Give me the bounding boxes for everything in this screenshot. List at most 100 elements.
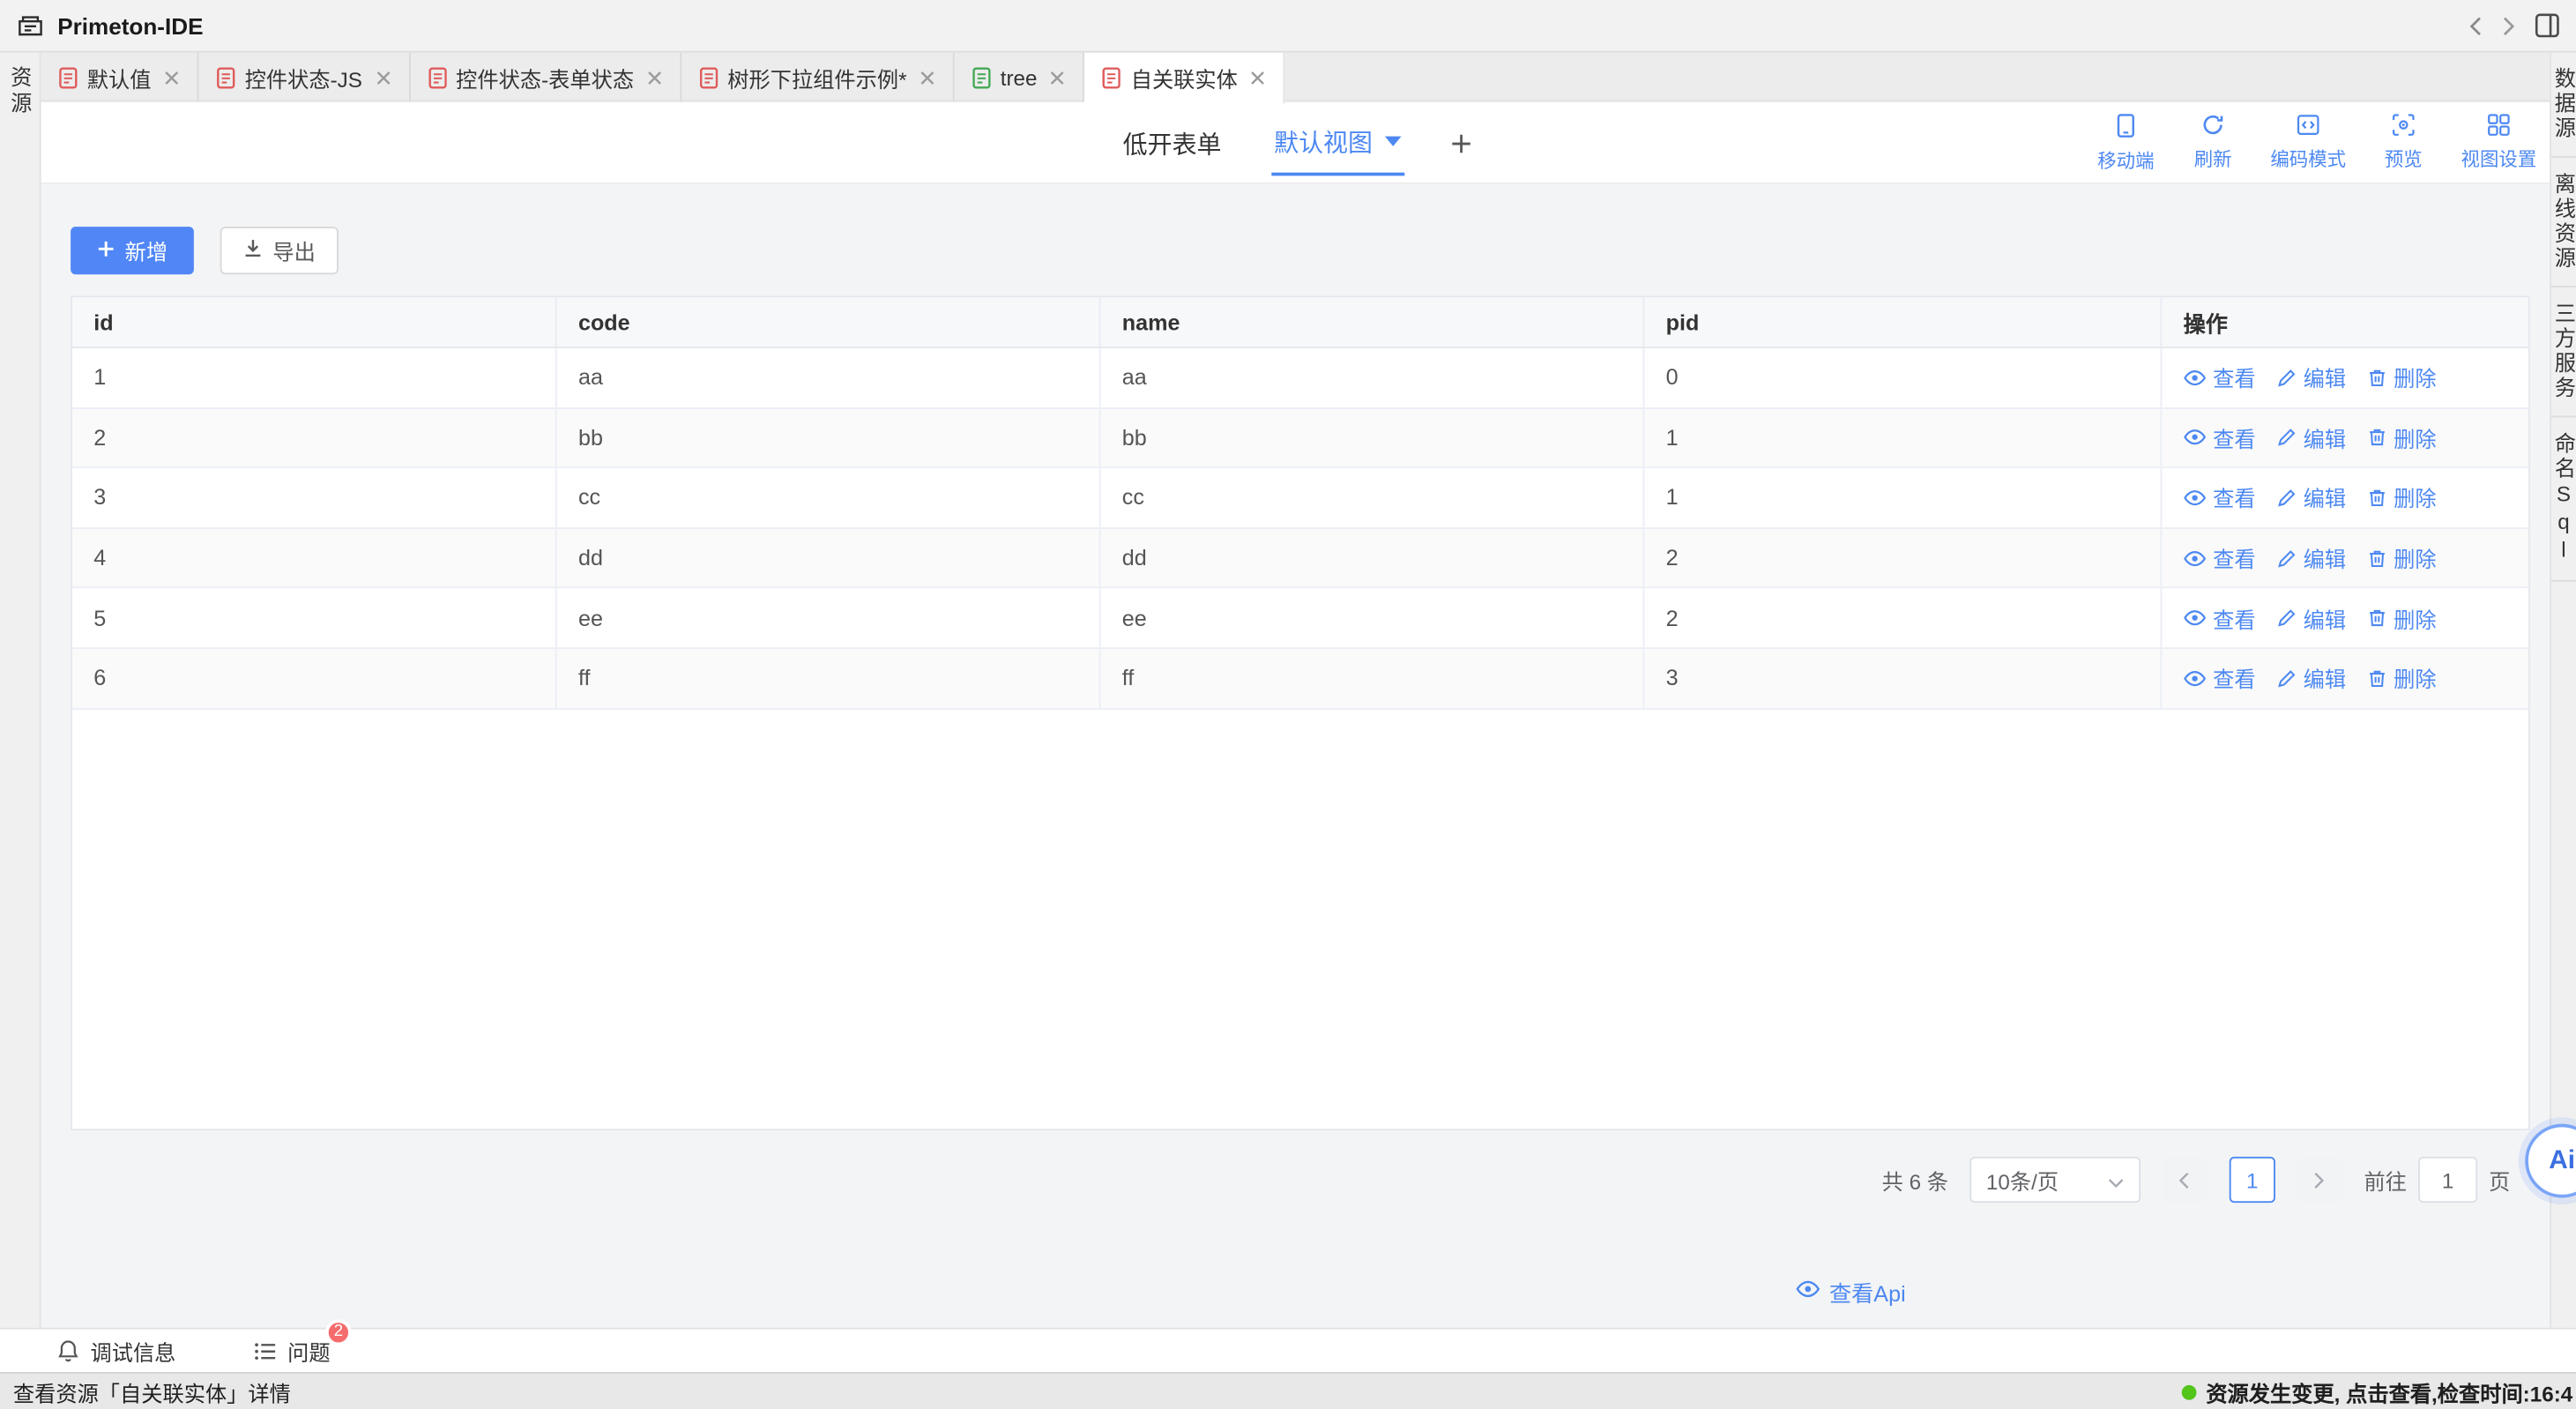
view-settings-button[interactable]: 视图设置 xyxy=(2461,114,2537,173)
tab-label: tree xyxy=(1001,65,1038,90)
preview-button[interactable]: 预览 xyxy=(2374,114,2433,173)
cell-code: dd xyxy=(557,529,1101,587)
edit-row-link[interactable]: 编辑 xyxy=(2277,422,2346,453)
table-row: 6 ff ff 3 查看 编辑 删除 xyxy=(72,649,2528,709)
delete-row-link[interactable]: 删除 xyxy=(2367,362,2436,393)
cell-id: 1 xyxy=(72,348,557,406)
close-icon[interactable] xyxy=(1050,70,1065,85)
add-record-button[interactable]: 新增 xyxy=(71,227,194,274)
tab-default-value[interactable]: 默认值 xyxy=(41,53,199,102)
problems-count-badge: 2 xyxy=(325,1318,352,1345)
column-header-actions: 操作 xyxy=(2162,297,2528,347)
tab-widget-state-js[interactable]: 控件状态-JS xyxy=(199,53,410,102)
edit-row-link[interactable]: 编辑 xyxy=(2277,542,2346,573)
cell-name: bb xyxy=(1101,408,1645,466)
problems-button[interactable]: 问题 2 xyxy=(255,1335,331,1366)
page-number-button[interactable]: 1 xyxy=(2230,1157,2275,1203)
refresh-icon xyxy=(2201,114,2224,142)
nav-forward-icon[interactable] xyxy=(2502,16,2515,35)
code-icon xyxy=(2297,114,2319,142)
goto-label: 前往 xyxy=(2364,1164,2407,1195)
cell-code: ee xyxy=(557,589,1101,647)
tab-widget-state-form-state[interactable]: 控件状态-表单状态 xyxy=(410,53,681,102)
cell-name: dd xyxy=(1101,529,1645,587)
code-mode-button[interactable]: 编码模式 xyxy=(2270,114,2346,173)
tab-low-code-form[interactable]: 低开表单 xyxy=(1120,113,1225,174)
form-file-icon xyxy=(700,66,718,87)
add-view-button[interactable] xyxy=(1450,132,1471,153)
cell-code: cc xyxy=(557,468,1101,526)
tab-default-view[interactable]: 默认视图 xyxy=(1270,111,1403,175)
prev-page-button[interactable] xyxy=(2162,1157,2207,1203)
export-button[interactable]: 导出 xyxy=(220,227,339,274)
cell-id: 3 xyxy=(72,468,557,526)
close-icon[interactable] xyxy=(164,70,179,85)
view-row-link[interactable]: 查看 xyxy=(2184,662,2256,693)
view-row-link[interactable]: 查看 xyxy=(2184,362,2256,393)
form-file-icon xyxy=(217,66,235,87)
cell-pid: 1 xyxy=(1644,408,2162,466)
list-icon xyxy=(255,1342,276,1360)
close-icon[interactable] xyxy=(919,70,934,85)
delete-row-link[interactable]: 删除 xyxy=(2367,542,2436,573)
app-window: Primeton-IDE 资源 数据源 离线资源 三方服务 命名Sql 默认值 xyxy=(0,0,2576,1409)
resources-panel-toggle[interactable]: 资源 xyxy=(9,66,30,1328)
tab-self-related-entity[interactable]: 自关联实体 xyxy=(1085,53,1285,104)
view-row-link[interactable]: 查看 xyxy=(2184,602,2256,633)
delete-row-link[interactable]: 删除 xyxy=(2367,602,2436,633)
table-row: 4 dd dd 2 查看 编辑 删除 xyxy=(72,529,2528,589)
right-rail-item-datasource[interactable]: 数据源 xyxy=(2551,53,2576,158)
tab-tree[interactable]: tree xyxy=(955,53,1085,102)
document-tab-bar: 默认值 控件状态-JS 控件状态-表单状态 树形下拉组件示例* tree 自关联… xyxy=(41,53,2550,102)
tab-label: 默认值 xyxy=(87,62,152,93)
column-header-code: code xyxy=(557,297,1101,347)
mobile-view-button[interactable]: 移动端 xyxy=(2096,113,2155,174)
tab-label: 树形下拉组件示例* xyxy=(727,62,906,93)
chevron-down-icon xyxy=(1384,137,1401,146)
pagination-total: 共 6 条 xyxy=(1882,1164,1948,1195)
tab-label: 控件状态-JS xyxy=(245,62,362,93)
view-api-link[interactable]: 查看Api xyxy=(1797,1275,1906,1308)
view-row-link[interactable]: 查看 xyxy=(2184,482,2256,513)
edit-row-link[interactable]: 编辑 xyxy=(2277,602,2346,633)
entity-file-icon xyxy=(972,66,990,87)
cell-code: aa xyxy=(557,348,1101,406)
nav-back-icon[interactable] xyxy=(2469,16,2483,35)
cell-name: aa xyxy=(1101,348,1645,406)
view-row-link[interactable]: 查看 xyxy=(2184,422,2256,453)
close-icon[interactable] xyxy=(647,70,662,85)
next-page-button[interactable] xyxy=(2297,1157,2342,1203)
mobile-icon xyxy=(2116,113,2135,143)
data-table: id code name pid 操作 1 aa aa 0 查看 编辑 删除 2… xyxy=(71,295,2530,1130)
edit-row-link[interactable]: 编辑 xyxy=(2277,662,2346,693)
bottom-panel-bar: 调试信息 问题 2 xyxy=(0,1328,2576,1372)
cell-pid: 1 xyxy=(1644,468,2162,526)
edit-row-link[interactable]: 编辑 xyxy=(2277,482,2346,513)
tab-tree-dropdown-example[interactable]: 树形下拉组件示例* xyxy=(681,53,954,102)
edit-row-link[interactable]: 编辑 xyxy=(2277,362,2346,393)
goto-page-input[interactable] xyxy=(2418,1157,2477,1203)
delete-row-link[interactable]: 删除 xyxy=(2367,482,2436,513)
right-rail-item-named-sql[interactable]: 命名Sql xyxy=(2551,417,2576,581)
delete-row-link[interactable]: 删除 xyxy=(2367,422,2436,453)
table-header: id code name pid 操作 xyxy=(72,297,2528,348)
table-row: 5 ee ee 2 查看 编辑 删除 xyxy=(72,589,2528,649)
column-header-name: name xyxy=(1101,297,1645,347)
page-size-select[interactable]: 10条/页 xyxy=(1969,1157,2140,1203)
close-icon[interactable] xyxy=(376,70,391,85)
table-row: 1 aa aa 0 查看 编辑 删除 xyxy=(72,348,2528,408)
view-bar: 低开表单 默认视图 移动端 刷新 编码模式 xyxy=(41,102,2550,184)
close-icon[interactable] xyxy=(1251,71,1266,86)
resource-changed-notice[interactable]: 资源发生变更, 点击查看,检查时间:16:4 xyxy=(2181,1376,2572,1407)
refresh-button[interactable]: 刷新 xyxy=(2184,114,2243,173)
app-logo-icon xyxy=(17,13,45,38)
tab-label: 控件状态-表单状态 xyxy=(456,62,634,93)
delete-row-link[interactable]: 删除 xyxy=(2367,662,2436,693)
debug-info-button[interactable]: 调试信息 xyxy=(57,1335,175,1366)
layout-toggle-icon[interactable] xyxy=(2535,13,2559,38)
right-rail-item-third-party-services[interactable]: 三方服务 xyxy=(2551,287,2576,417)
cell-pid: 0 xyxy=(1644,348,2162,406)
chevron-down-icon xyxy=(2108,1167,2125,1192)
view-row-link[interactable]: 查看 xyxy=(2184,542,2256,573)
right-rail-item-offline-resources[interactable]: 离线资源 xyxy=(2551,158,2576,287)
